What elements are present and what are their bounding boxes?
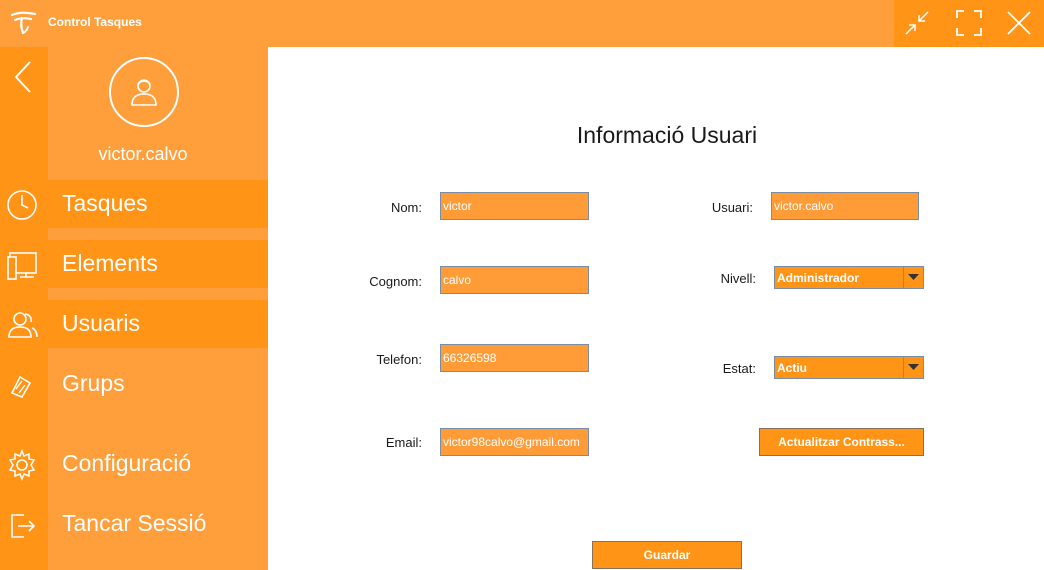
email-label: Email: [385, 435, 422, 450]
estat-label: Estat: [722, 361, 756, 376]
telefon-field[interactable] [440, 344, 589, 372]
sidebar-item-configuracio[interactable]: Configuració [0, 440, 268, 488]
minimize-button[interactable] [902, 8, 932, 38]
close-icon [1007, 11, 1031, 35]
fullscreen-corners-icon [956, 10, 982, 36]
clock-icon [7, 190, 37, 220]
nivell-dropdown-button[interactable] [903, 267, 923, 288]
app-logo-icon [10, 11, 37, 35]
sidebar-username: victor.calvo [98, 144, 188, 164]
estat-dropdown-button[interactable] [903, 357, 923, 378]
groups-icon [10, 375, 32, 399]
sidebar-item-usuaris[interactable]: Usuaris [0, 300, 268, 348]
telefon-label: Telefon: [376, 352, 422, 367]
sidebar-item-tasques[interactable]: Tasques [0, 180, 268, 228]
email-field[interactable] [440, 428, 589, 456]
nom-label: Nom: [390, 200, 422, 215]
nom-field[interactable] [440, 192, 589, 220]
avatar [109, 57, 179, 127]
logout-icon [11, 514, 36, 538]
sidebar-item-label: Usuaris [62, 310, 140, 336]
usuari-label: Usuari: [711, 200, 753, 215]
cognom-label: Cognom: [369, 274, 422, 289]
close-button[interactable] [1004, 8, 1034, 38]
sidebar-item-label: Elements [62, 250, 158, 276]
usuari-field[interactable] [771, 192, 919, 220]
user-avatar-icon [131, 79, 157, 106]
update-password-button[interactable]: Actualitzar Contrass... [759, 428, 924, 456]
monitor-icon [7, 252, 37, 280]
title-bar: Control Tasques [0, 0, 1044, 47]
sidebar-item-label: Configuració [62, 450, 192, 476]
page-title: Informació Usuari [576, 122, 758, 148]
chevron-left-icon[interactable] [8, 58, 40, 96]
collapse-arrows-icon [905, 11, 929, 35]
gear-icon [8, 449, 36, 481]
nivell-select[interactable]: Administrador [774, 266, 924, 289]
sidebar-item-label: Grups [62, 370, 125, 396]
window-controls [894, 0, 1044, 47]
save-button[interactable]: Guardar [592, 541, 742, 569]
users-icon [8, 312, 38, 338]
sidebar-item-elements[interactable]: Elements [0, 240, 268, 288]
maximize-button[interactable] [954, 8, 984, 38]
sidebar-item-grups[interactable]: Grups [0, 360, 268, 408]
nivell-label: Nivell: [720, 271, 756, 286]
cognom-field[interactable] [440, 266, 589, 294]
sidebar-item-label: Tancar Sessió [62, 510, 207, 536]
sidebar-item-tancar-sessio[interactable]: Tancar Sessió [0, 500, 268, 548]
sidebar-item-label: Tasques [62, 190, 148, 216]
chevron-down-icon [908, 364, 919, 370]
estat-selected-value: Actiu [777, 361, 807, 375]
estat-select[interactable]: Actiu [774, 356, 924, 379]
nivell-selected-value: Administrador [777, 271, 860, 285]
app-title: Control Tasques [48, 15, 142, 29]
chevron-down-icon [908, 274, 919, 280]
